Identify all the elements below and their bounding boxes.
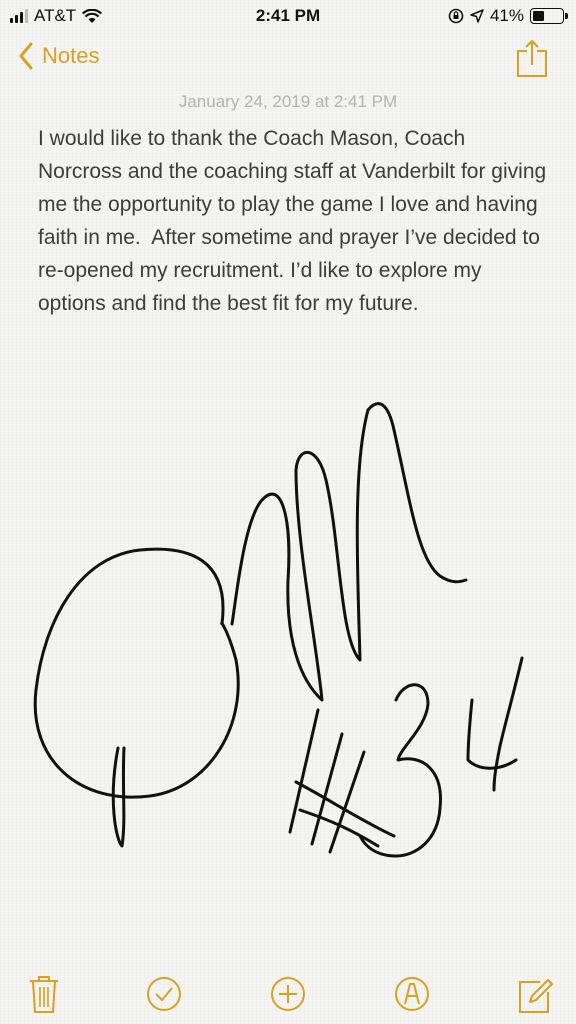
chevron-left-icon xyxy=(19,42,33,70)
status-right: 41% xyxy=(448,6,568,26)
handwritten-signature-drawing xyxy=(33,402,524,858)
compose-icon[interactable] xyxy=(514,972,554,1016)
nav-bar: Notes xyxy=(0,34,576,86)
bottom-toolbar xyxy=(0,952,576,1024)
add-icon[interactable] xyxy=(268,972,308,1016)
share-icon[interactable] xyxy=(516,38,548,78)
trash-icon[interactable] xyxy=(24,972,64,1016)
back-label: Notes xyxy=(42,43,100,68)
note-body-text[interactable]: I would like to thank the Coach Mason, C… xyxy=(38,122,548,320)
battery-level-fill xyxy=(533,11,545,21)
markup-pen-icon[interactable] xyxy=(392,972,432,1016)
orientation-lock-icon xyxy=(448,8,464,24)
note-date: January 24, 2019 at 2:41 PM xyxy=(178,92,398,111)
status-bar: AT&T 2:41 PM 41% xyxy=(0,0,576,34)
battery-icon xyxy=(530,8,568,24)
back-button[interactable]: Notes xyxy=(18,42,99,70)
battery-percent: 41% xyxy=(489,6,524,25)
checklist-icon[interactable] xyxy=(144,972,184,1016)
location-arrow-icon xyxy=(470,9,484,23)
